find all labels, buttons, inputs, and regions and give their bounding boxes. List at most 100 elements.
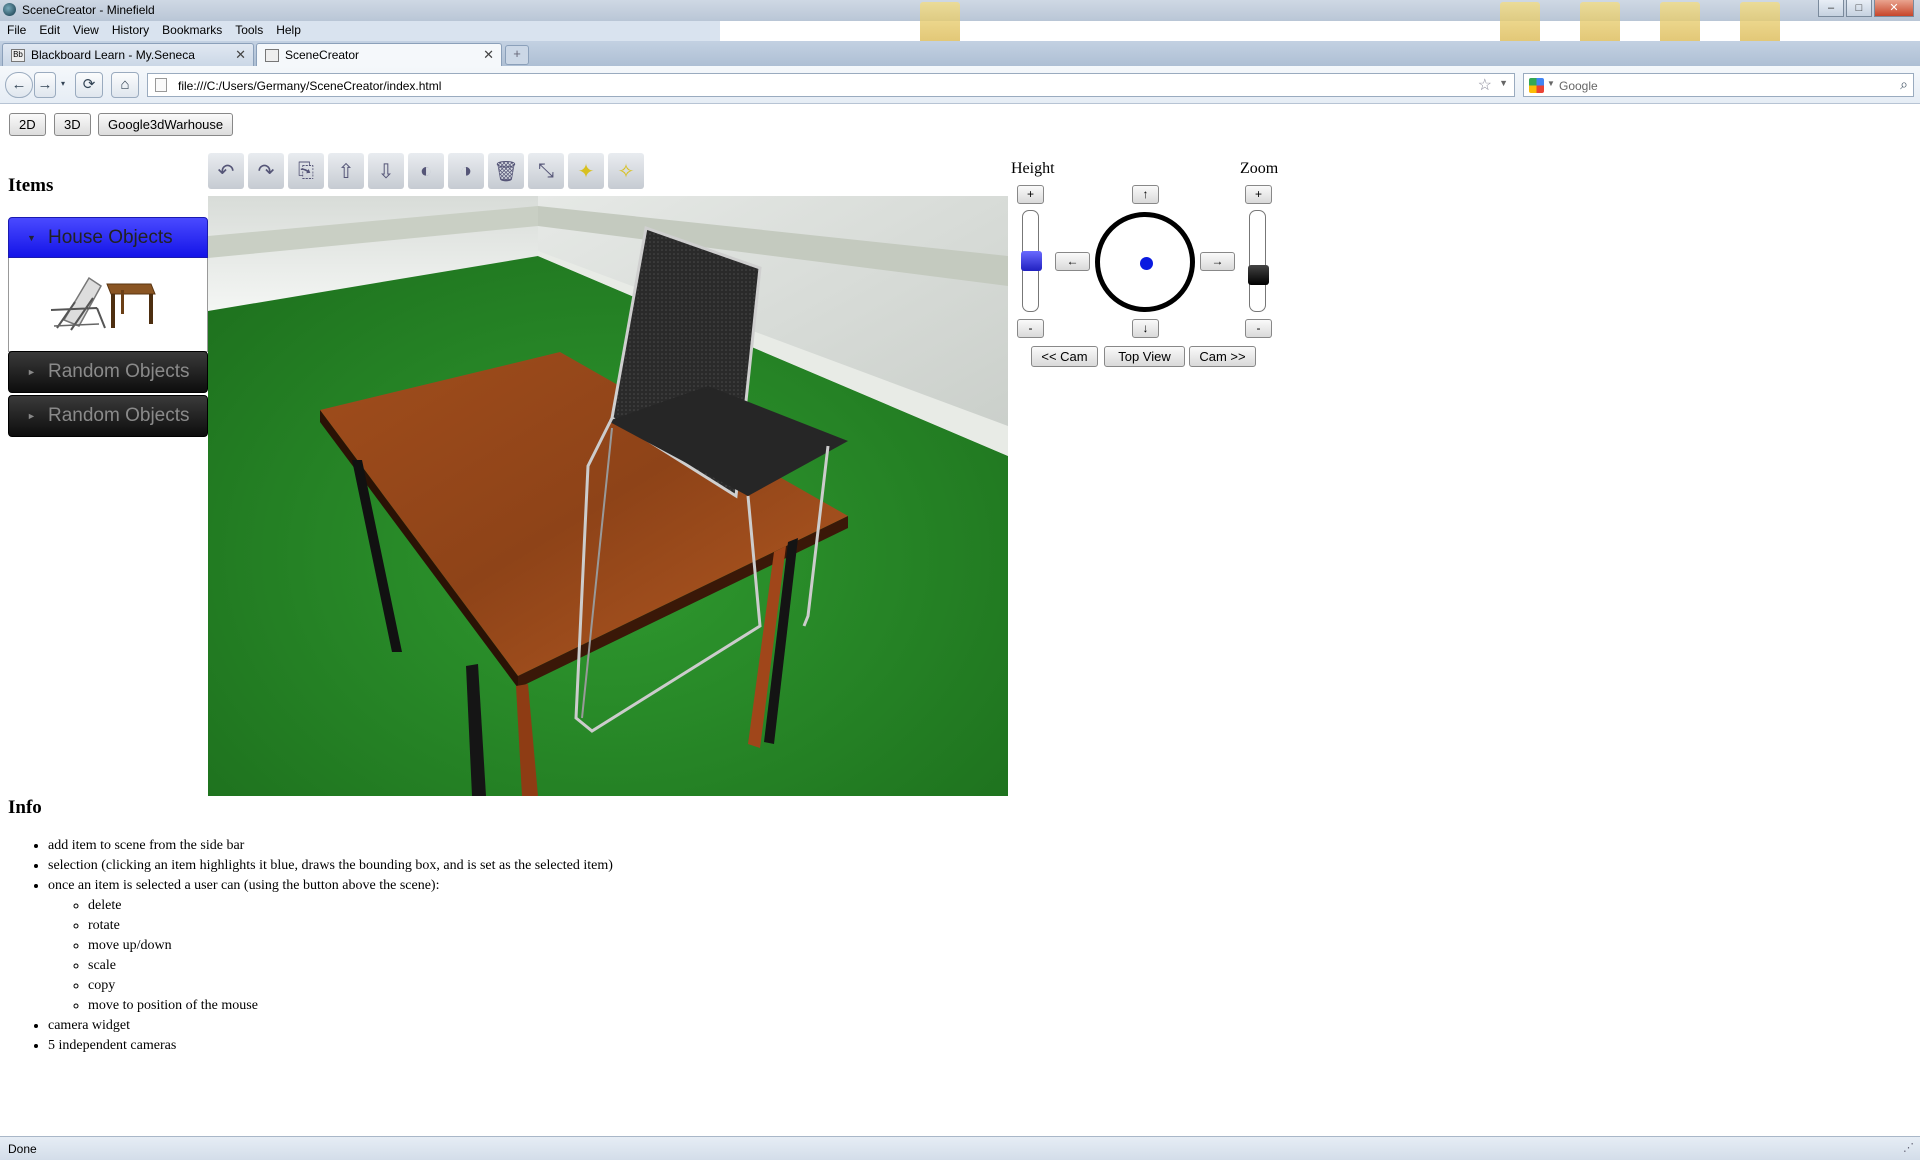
house-objects-panel: [8, 258, 208, 352]
tab-scenecreator[interactable]: SceneCreator ✕: [256, 43, 502, 66]
zoom-slider[interactable]: [1248, 210, 1269, 312]
mode-2d-button[interactable]: 2D: [9, 113, 46, 136]
camera-right-button[interactable]: →: [1200, 252, 1235, 271]
next-camera-button[interactable]: Cam >>: [1189, 346, 1256, 367]
list-item: delete: [88, 896, 613, 916]
forward-button[interactable]: →: [34, 72, 56, 98]
firefox-icon: [3, 3, 16, 16]
resize-grip-icon[interactable]: ⋰: [1903, 1141, 1914, 1154]
3d-scene-canvas[interactable]: [208, 196, 1008, 796]
delete-icon[interactable]: 🗑: [488, 153, 524, 189]
height-slider[interactable]: [1021, 210, 1042, 312]
accordion-random-objects-1[interactable]: ► Random Objects: [8, 351, 208, 393]
tab-label: Blackboard Learn - My.Seneca: [31, 48, 195, 62]
page-icon: [155, 78, 167, 92]
height-label: Height: [1011, 160, 1055, 177]
camera-down-button[interactable]: ↓: [1132, 319, 1159, 338]
accordion-label: Random Objects: [48, 405, 190, 426]
minimize-button[interactable]: –: [1818, 0, 1844, 17]
undo-icon[interactable]: ↶: [208, 153, 244, 189]
menu-tools[interactable]: Tools: [228, 21, 269, 41]
height-slider-thumb[interactable]: [1021, 251, 1042, 271]
search-icon[interactable]: ⌕: [1900, 76, 1908, 93]
blackboard-favicon-icon: Bb: [11, 49, 25, 62]
home-button[interactable]: ⌂: [111, 72, 139, 98]
back-button[interactable]: ←: [5, 72, 33, 98]
history-dropdown-icon[interactable]: ▾: [58, 72, 68, 98]
scale-icon[interactable]: ⤡: [528, 153, 564, 189]
camera-joystick[interactable]: [1095, 212, 1195, 312]
status-bar: Done ⋰: [0, 1136, 1920, 1160]
list-item: rotate: [88, 916, 613, 936]
camera-up-button[interactable]: ↑: [1132, 185, 1159, 204]
list-item: camera widget: [48, 1016, 613, 1036]
tab-blackboard[interactable]: Bb Blackboard Learn - My.Seneca ✕: [2, 43, 254, 66]
zoom-in-button[interactable]: +: [1245, 185, 1272, 204]
close-tab-icon[interactable]: ✕: [483, 47, 494, 63]
height-increase-button[interactable]: +: [1017, 185, 1044, 204]
bookmark-star-icon[interactable]: ☆: [1478, 75, 1492, 95]
light-icon[interactable]: ✦: [568, 153, 604, 189]
zoom-slider-thumb[interactable]: [1248, 265, 1269, 285]
address-bar[interactable]: file:///C:/Users/Germany/SceneCreator/in…: [147, 73, 1515, 97]
list-item: once an item is selected a user can (usi…: [48, 876, 613, 1016]
search-engine-dropdown-icon[interactable]: ▼: [1547, 79, 1555, 88]
top-view-button[interactable]: Top View: [1104, 346, 1185, 367]
search-placeholder: Google: [1559, 79, 1598, 93]
accordion-label: Random Objects: [48, 361, 190, 382]
tab-label: SceneCreator: [285, 48, 360, 62]
menu-bookmarks[interactable]: Bookmarks: [155, 21, 228, 41]
close-tab-icon[interactable]: ✕: [235, 47, 246, 63]
redo-icon[interactable]: ↷: [248, 153, 284, 189]
move-up-icon[interactable]: ⇧: [328, 153, 364, 189]
zoom-label: Zoom: [1240, 160, 1279, 177]
list-item: 5 independent cameras: [48, 1036, 613, 1056]
joystick-handle[interactable]: [1140, 257, 1153, 270]
info-list: add item to scene from the side bar sele…: [48, 836, 613, 1056]
light-dropdown-icon[interactable]: ✧: [608, 153, 644, 189]
list-item: selection (clicking an item highlights i…: [48, 856, 613, 876]
url-text: file:///C:/Users/Germany/SceneCreator/in…: [178, 79, 442, 93]
list-item: add item to scene from the side bar: [48, 836, 613, 856]
accordion-house-objects[interactable]: ▼ House Objects: [8, 217, 208, 258]
rotate-left-icon[interactable]: ◐: [408, 153, 444, 189]
menu-history[interactable]: History: [105, 21, 155, 41]
height-decrease-button[interactable]: -: [1017, 319, 1044, 338]
accordion-label: House Objects: [48, 227, 173, 248]
window-title: SceneCreator - Minefield: [22, 3, 155, 17]
search-input[interactable]: ▼ Google ⌕: [1523, 73, 1914, 97]
navigation-toolbar: ← → ▾ ⟳ ⌂ file:///C:/Users/Germany/Scene…: [0, 66, 1920, 104]
mode-3d-button[interactable]: 3D: [54, 113, 91, 136]
collapsed-arrow-icon: ►: [27, 367, 36, 377]
list-item: move to position of the mouse: [88, 996, 613, 1016]
rotate-right-icon[interactable]: ◑: [448, 153, 484, 189]
zoom-out-button[interactable]: -: [1245, 319, 1272, 338]
wooden-table-thumbnail[interactable]: [106, 283, 156, 328]
google-icon[interactable]: [1529, 78, 1544, 93]
prev-camera-button[interactable]: << Cam: [1031, 346, 1098, 367]
menu-edit[interactable]: Edit: [32, 21, 66, 41]
window-titlebar: SceneCreator - Minefield – □ ✕: [0, 0, 1920, 50]
close-window-button[interactable]: ✕: [1874, 0, 1914, 17]
menu-view[interactable]: View: [66, 21, 105, 41]
folding-chair-thumbnail[interactable]: [50, 276, 106, 331]
items-heading: Items: [8, 175, 54, 196]
page-content: 2D 3D Google3dWarhouse Items ▼ House Obj…: [0, 104, 1920, 1136]
move-down-icon[interactable]: ⇩: [368, 153, 404, 189]
scene-toolbar: ↶ ↷ ⎘ ⇧ ⇩ ◐ ◑ 🗑 ⤡ ✦ ✧: [208, 153, 644, 189]
copy-icon[interactable]: ⎘: [288, 153, 324, 189]
list-item-text: once an item is selected a user can (usi…: [48, 878, 440, 893]
url-dropdown-icon[interactable]: ▼: [1499, 78, 1508, 88]
maximize-button[interactable]: □: [1846, 0, 1872, 17]
menu-file[interactable]: File: [0, 21, 32, 41]
camera-left-button[interactable]: ←: [1055, 252, 1090, 271]
accordion-random-objects-2[interactable]: ► Random Objects: [8, 395, 208, 437]
list-item: scale: [88, 956, 613, 976]
window-controls: – □ ✕: [1818, 0, 1914, 17]
reload-button[interactable]: ⟳: [75, 72, 103, 98]
menu-bar: File Edit View History Bookmarks Tools H…: [0, 21, 720, 41]
google-warehouse-button[interactable]: Google3dWarhouse: [98, 113, 234, 136]
menu-help[interactable]: Help: [269, 21, 307, 41]
list-item: move up/down: [88, 936, 613, 956]
new-tab-button[interactable]: +: [505, 45, 529, 65]
